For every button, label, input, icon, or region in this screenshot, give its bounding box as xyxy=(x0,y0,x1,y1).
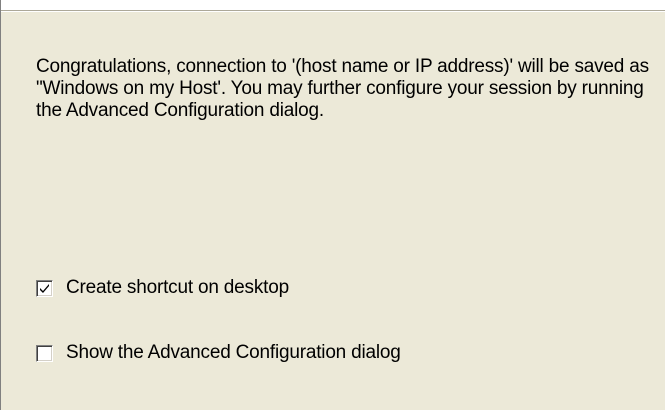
wizard-dialog: Congratulations, connection to '(host na… xyxy=(0,0,665,410)
create-shortcut-label[interactable]: Create shortcut on desktop xyxy=(66,277,289,299)
show-advanced-config-checkbox[interactable] xyxy=(36,344,53,362)
check-mark-icon xyxy=(40,283,49,293)
show-advanced-config-option[interactable]: Show the Advanced Configuration dialog xyxy=(36,342,401,364)
header-band xyxy=(0,0,665,10)
show-advanced-config-label[interactable]: Show the Advanced Configuration dialog xyxy=(66,342,401,364)
completion-message: Congratulations, connection to '(host na… xyxy=(36,56,649,121)
create-shortcut-checkbox[interactable] xyxy=(36,279,53,297)
create-shortcut-option[interactable]: Create shortcut on desktop xyxy=(36,277,289,299)
header-divider-highlight xyxy=(0,11,665,12)
dialog-left-border xyxy=(0,0,1,410)
